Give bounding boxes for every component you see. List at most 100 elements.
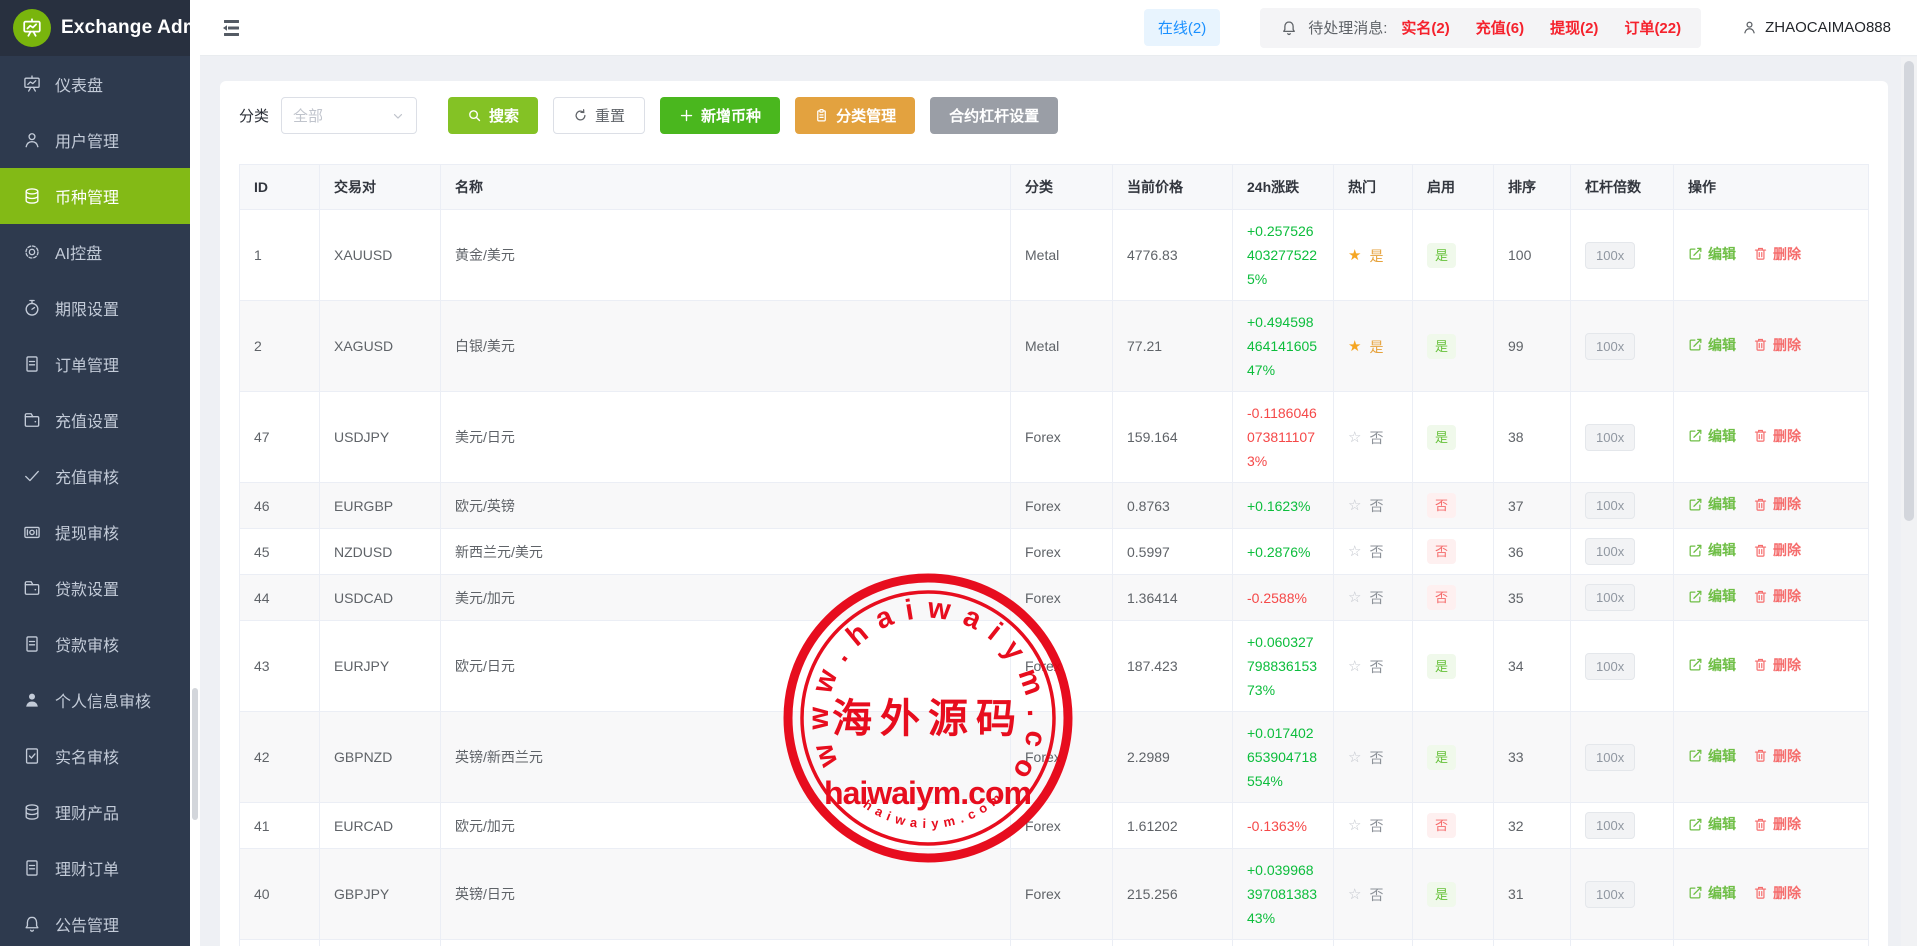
delete-button[interactable]: 删除 (1753, 492, 1801, 516)
sidebar-item-wealth-products[interactable]: 理财产品 (0, 784, 190, 840)
delete-button[interactable]: 删除 (1753, 584, 1801, 608)
edit-icon (1688, 817, 1703, 832)
add-coin-button[interactable]: 新增币种 (660, 97, 780, 134)
edit-button[interactable]: 编辑 (1688, 881, 1736, 905)
user-menu[interactable]: ZHAOCAIMAO888 (1741, 19, 1891, 36)
pending-link-recharge[interactable]: 充值(6) (1476, 17, 1524, 38)
sidebar-item-loan-settings[interactable]: 贷款设置 (0, 560, 190, 616)
star-icon[interactable]: ☆ (1348, 746, 1361, 770)
edit-button[interactable]: 编辑 (1688, 333, 1736, 357)
delete-button[interactable]: 删除 (1753, 424, 1801, 448)
sidebar-item-label: 实名审核 (55, 744, 119, 768)
delete-button[interactable]: 删除 (1753, 653, 1801, 677)
sidebar-item-label: 个人信息审核 (55, 688, 151, 712)
cell-actions: 编辑 删除 (1674, 483, 1869, 529)
sidebar-item-recharge-audit[interactable]: 充值审核 (0, 448, 190, 504)
trash-icon (1753, 657, 1768, 672)
delete-button[interactable]: 删除 (1753, 881, 1801, 905)
cell-change: -0.1363% (1233, 803, 1334, 849)
edit-icon (1688, 497, 1703, 512)
cell-pair: XAUUSD (320, 210, 441, 301)
coins-icon (22, 186, 42, 206)
sidebar-item-wealth-orders[interactable]: 理财订单 (0, 840, 190, 896)
cell-hot: ☆ 否 (1334, 621, 1413, 712)
sidebar-scrollbar[interactable] (190, 0, 200, 946)
enabled-badge: 是 (1427, 334, 1456, 359)
cell-enabled: 是 (1413, 849, 1494, 940)
edit-button[interactable]: 编辑 (1688, 492, 1736, 516)
contract-leverage-button[interactable]: 合约杠杆设置 (930, 97, 1058, 134)
edit-button[interactable]: 编辑 (1688, 584, 1736, 608)
sidebar-item-coins[interactable]: 币种管理 (0, 168, 190, 224)
edit-button[interactable]: 编辑 (1688, 424, 1736, 448)
cell-change: -0.11860460738111073% (1233, 392, 1334, 483)
page-scrollbar-thumb[interactable] (1904, 61, 1914, 521)
trash-icon (1753, 817, 1768, 832)
star-icon[interactable]: ★ (1348, 335, 1361, 359)
pending-link-kyc[interactable]: 实名(2) (1401, 17, 1449, 38)
star-icon[interactable]: ☆ (1348, 655, 1361, 679)
pending-link-withdraw[interactable]: 提现(2) (1550, 17, 1598, 38)
sidebar-item-announcements[interactable]: 公告管理 (0, 896, 190, 946)
sidebar-item-dashboard[interactable]: 仪表盘 (0, 56, 190, 112)
reset-button[interactable]: 重置 (553, 97, 645, 134)
sidebar-scrollbar-thumb[interactable] (192, 688, 198, 820)
sidebar-item-ai[interactable]: AI控盘 (0, 224, 190, 280)
sidebar-item-orders[interactable]: 订单管理 (0, 336, 190, 392)
edit-button[interactable]: 编辑 (1688, 538, 1736, 562)
delete-button[interactable]: 删除 (1753, 333, 1801, 357)
app-root: Exchange Admin 仪表盘用户管理币种管理AI控盘期限设置订单管理充值… (0, 0, 1917, 946)
page-scrollbar[interactable] (1901, 57, 1917, 946)
delete-button[interactable]: 删除 (1753, 538, 1801, 562)
document-icon (22, 858, 42, 878)
cell-id: 44 (240, 575, 320, 621)
sidebar-item-label: 币种管理 (55, 184, 119, 208)
sidebar-item-kyc-audit[interactable]: 实名审核 (0, 728, 190, 784)
toolbar: 分类 全部 搜索 (239, 97, 1869, 134)
sidebar-item-loan-audit[interactable]: 贷款审核 (0, 616, 190, 672)
edit-button[interactable]: 编辑 (1688, 812, 1736, 836)
category-select[interactable]: 全部 (281, 97, 417, 134)
doc-check-icon (22, 746, 42, 766)
delete-button[interactable]: 删除 (1753, 242, 1801, 266)
pending-link-order[interactable]: 订单(22) (1624, 17, 1681, 38)
table-row: 1 XAUUSD 黄金/美元 Metal 4776.83 +0.25752640… (240, 210, 1869, 301)
plus-icon (679, 108, 694, 123)
star-icon[interactable]: ★ (1348, 244, 1361, 268)
topbar: 在线(2) 待处理消息: 实名(2)充值(6)提现(2)订单(22) (200, 0, 1917, 56)
coins-icon (22, 802, 42, 822)
edit-button[interactable]: 编辑 (1688, 242, 1736, 266)
star-icon[interactable]: ☆ (1348, 814, 1361, 838)
category-manage-button[interactable]: 分类管理 (795, 97, 915, 134)
cell-id: 46 (240, 483, 320, 529)
cell-hot: ☆ 否 (1334, 392, 1413, 483)
table-row: 46 EURGBP 欧元/英镑 Forex 0.8763 +0.1623% ☆ … (240, 483, 1869, 529)
edit-button[interactable]: 编辑 (1688, 744, 1736, 768)
sidebar-item-period[interactable]: 期限设置 (0, 280, 190, 336)
search-button[interactable]: 搜索 (448, 97, 538, 134)
sidebar-item-withdraw-audit[interactable]: 提现审核 (0, 504, 190, 560)
sidebar-item-profile-audit[interactable]: 个人信息审核 (0, 672, 190, 728)
cell-leverage: 100x (1571, 483, 1674, 529)
cell-hot: ★ 是 (1334, 210, 1413, 301)
sidebar-item-label: 理财产品 (55, 800, 119, 824)
delete-button[interactable]: 删除 (1753, 744, 1801, 768)
online-status-badge[interactable]: 在线(2) (1144, 9, 1220, 46)
star-icon[interactable]: ☆ (1348, 540, 1361, 564)
coins-table: ID交易对名称分类当前价格24h涨跌热门启用排序杠杆倍数操作 1 XAUUSD … (239, 164, 1869, 946)
sidebar-item-recharge-settings[interactable]: 充值设置 (0, 392, 190, 448)
star-icon[interactable]: ☆ (1348, 426, 1361, 450)
cell-sort: 34 (1494, 621, 1571, 712)
sidebar-item-users[interactable]: 用户管理 (0, 112, 190, 168)
cell-sort: 33 (1494, 712, 1571, 803)
star-icon[interactable]: ☆ (1348, 883, 1361, 907)
edit-button[interactable]: 编辑 (1688, 653, 1736, 677)
menu-fold-icon[interactable] (222, 19, 244, 37)
cell-hot: ☆ 否 (1334, 940, 1413, 946)
delete-button[interactable]: 删除 (1753, 812, 1801, 836)
sidebar-item-label: 仪表盘 (55, 72, 103, 96)
star-icon[interactable]: ☆ (1348, 586, 1361, 610)
star-icon[interactable]: ☆ (1348, 494, 1361, 518)
cell-actions: 编辑 删除 (1674, 210, 1869, 301)
cell-enabled: 是 (1413, 210, 1494, 301)
